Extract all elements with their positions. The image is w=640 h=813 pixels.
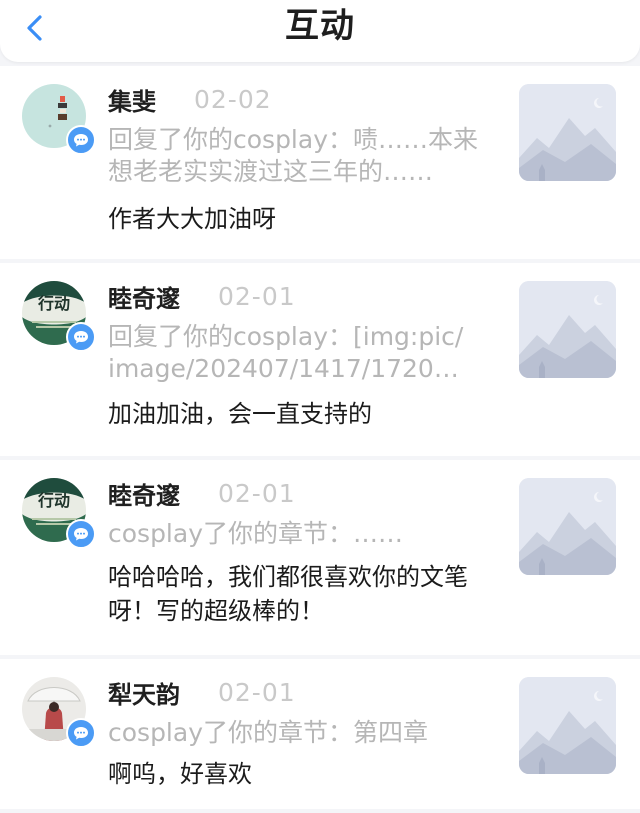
timestamp: 02-01 <box>218 281 296 311</box>
comment-bubble-icon <box>74 727 88 740</box>
quoted-text[interactable]: cosplay了你的章节：…… <box>108 518 488 550</box>
user-name[interactable]: 集斐 <box>108 82 156 117</box>
image-placeholder-icon <box>519 478 616 575</box>
comment-bubble-icon <box>74 331 88 344</box>
comment-text: 作者大大加油呀 <box>108 205 276 233</box>
comment-line: 哈哈哈哈，我们都很喜欢你的文笔 <box>108 563 468 591</box>
timestamp: 02-01 <box>218 677 296 707</box>
header-bar: 互动 <box>0 0 640 62</box>
avatar-text: 行动 <box>37 491 70 510</box>
list-item[interactable]: 行动 睦奇邃 02-01 cosplay了你的章节：…… 哈哈哈哈，我们都很喜欢… <box>0 460 640 655</box>
work-thumbnail[interactable] <box>519 478 616 575</box>
list-item[interactable]: 集斐 02-02 回复了你的cosplay：啧……本来 想老老实实渡过这三年的…… <box>0 66 640 259</box>
quoted-text[interactable]: 回复了你的cosplay：[img:pic/ image/202407/1417… <box>108 321 488 385</box>
comment-badge <box>66 322 96 352</box>
interaction-list: 集斐 02-02 回复了你的cosplay：啧……本来 想老老实实渡过这三年的…… <box>0 66 640 813</box>
list-item[interactable]: 行动 睦奇邃 02-01 回复了你的cosplay：[img:pic/ imag… <box>0 263 640 456</box>
user-name[interactable]: 犁天韵 <box>108 675 180 710</box>
quote-line: 想老老实实渡过这三年的…… <box>108 157 434 186</box>
quote-line: 回复了你的cosplay：[img:pic/ <box>108 322 464 351</box>
quoted-text[interactable]: cosplay了你的章节：第四章 <box>108 717 488 749</box>
page-title: 互动 <box>285 6 355 46</box>
image-placeholder-icon <box>519 84 616 181</box>
name-row: 睦奇邃 02-01 <box>108 279 296 313</box>
comment-bubble-icon <box>74 528 88 541</box>
quote-line: cosplay了你的章节：…… <box>108 519 403 548</box>
avatar-text: 行动 <box>37 294 70 313</box>
timestamp: 02-01 <box>218 478 296 508</box>
timestamp: 02-02 <box>194 84 272 114</box>
work-thumbnail[interactable] <box>519 281 616 378</box>
comment-bubble-icon <box>74 134 88 147</box>
name-row: 睦奇邃 02-01 <box>108 476 296 510</box>
user-name[interactable]: 睦奇邃 <box>108 279 180 314</box>
comment-badge <box>66 125 96 155</box>
quote-line: cosplay了你的章节：第四章 <box>108 718 428 747</box>
comment-line: 呀！写的超级棒的！ <box>108 597 324 625</box>
comment-text: 啊呜，好喜欢 <box>108 760 252 788</box>
comment-badge <box>66 718 96 748</box>
comment-badge <box>66 519 96 549</box>
quoted-text[interactable]: 回复了你的cosplay：啧……本来 想老老实实渡过这三年的…… <box>108 124 488 188</box>
image-placeholder-icon <box>519 281 616 378</box>
user-name[interactable]: 睦奇邃 <box>108 476 180 511</box>
quote-line: image/202407/1417/1720… <box>108 354 459 383</box>
comment-text: 哈哈哈哈，我们都很喜欢你的文笔 呀！写的超级棒的！ <box>108 560 488 628</box>
quote-line: 回复了你的cosplay：啧……本来 <box>108 125 478 154</box>
comment-text: 加油加油，会一直支持的 <box>108 400 372 428</box>
name-row: 集斐 02-02 <box>108 82 272 116</box>
work-thumbnail[interactable] <box>519 677 616 774</box>
list-item[interactable]: 犁天韵 02-01 cosplay了你的章节：第四章 啊呜，好喜欢 <box>0 659 640 809</box>
image-placeholder-icon <box>519 677 616 774</box>
name-row: 犁天韵 02-01 <box>108 675 296 709</box>
work-thumbnail[interactable] <box>519 84 616 181</box>
